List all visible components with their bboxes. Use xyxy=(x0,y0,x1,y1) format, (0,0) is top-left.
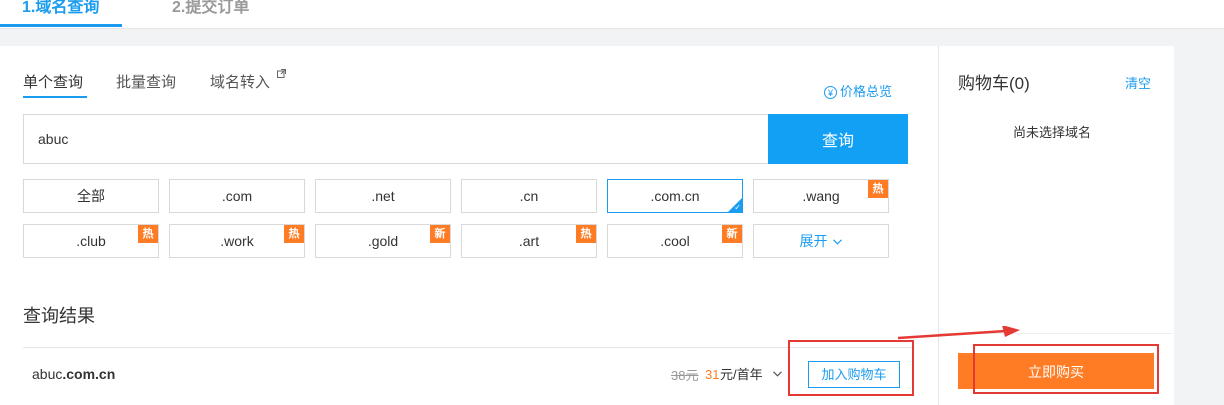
price-overview-label: 价格总览 xyxy=(840,84,893,99)
currency-yen-icon: ¥ xyxy=(824,85,837,99)
tld-com[interactable]: .com xyxy=(169,179,305,213)
tld-label: .com.cn xyxy=(650,188,700,204)
checkmark-icon: ✓ xyxy=(734,203,741,212)
hot-badge: 热 xyxy=(284,225,304,243)
results-title: 查询结果 xyxy=(23,306,95,326)
tld-cn[interactable]: .cn xyxy=(461,179,597,213)
tld-label: .wang xyxy=(802,188,840,204)
tld-net[interactable]: .net xyxy=(315,179,451,213)
search-button[interactable]: 查询 xyxy=(768,114,908,164)
annotation-highlight-box xyxy=(788,340,914,396)
tld-art[interactable]: .art 热 xyxy=(461,224,597,258)
new-badge: 新 xyxy=(722,225,742,243)
price-unit: 元/首年 xyxy=(720,367,763,382)
tld-club[interactable]: .club 热 xyxy=(23,224,159,258)
result-domain: abuc.com.cn xyxy=(32,365,115,383)
original-price: 38元 xyxy=(671,368,699,383)
hot-badge: 热 xyxy=(868,180,888,198)
tld-wang[interactable]: .wang 热 xyxy=(753,179,889,213)
cart-empty-message: 尚未选择域名 xyxy=(1013,125,1092,140)
price-overview-link[interactable]: ¥ 价格总览 xyxy=(824,84,892,100)
tab-single-query[interactable]: 单个查询 xyxy=(23,74,83,92)
tld-label: .art xyxy=(518,233,540,249)
annotation-arrow-icon xyxy=(898,326,1020,340)
active-tab-indicator xyxy=(23,96,87,98)
hot-badge: 热 xyxy=(576,225,596,243)
tab-batch-query[interactable]: 批量查询 xyxy=(116,74,176,92)
tld-label: .work xyxy=(220,233,254,249)
tld-label: .cool xyxy=(660,233,690,249)
active-step-indicator xyxy=(0,24,122,27)
tld-work[interactable]: .work 热 xyxy=(169,224,305,258)
domain-prefix: abuc xyxy=(32,366,63,382)
cart-title: 购物车(0) xyxy=(958,74,1030,93)
step-domain-query[interactable]: 1.域名查询 xyxy=(22,0,99,20)
step-submit-order[interactable]: 2.提交订单 xyxy=(172,0,249,20)
tld-label: .gold xyxy=(367,233,399,249)
new-badge: 新 xyxy=(430,225,450,243)
hot-badge: 热 xyxy=(138,225,158,243)
expand-label: 展开 xyxy=(799,233,828,249)
clear-cart-link[interactable]: 清空 xyxy=(1125,76,1151,92)
tld-label: .net xyxy=(371,188,395,204)
annotation-highlight-box xyxy=(973,344,1159,394)
expand-tlds-button[interactable]: 展开 xyxy=(753,224,889,258)
discount-price: 31 xyxy=(705,367,720,382)
tld-cool[interactable]: .cool 新 xyxy=(607,224,743,258)
chevron-down-icon[interactable] xyxy=(773,371,782,377)
tld-gold[interactable]: .gold 新 xyxy=(315,224,451,258)
tld-all[interactable]: 全部 xyxy=(23,179,159,213)
tab-domain-transfer[interactable]: 域名转入 xyxy=(210,74,270,92)
tld-label: .com xyxy=(221,188,253,204)
tld-com-cn[interactable]: .com.cn ✓ xyxy=(607,179,743,213)
tld-label: .club xyxy=(76,233,106,249)
domain-suffix: .com.cn xyxy=(62,366,116,382)
external-link-icon xyxy=(277,69,286,78)
domain-search-input[interactable] xyxy=(23,114,769,164)
tld-label: .cn xyxy=(519,188,539,204)
chevron-down-icon xyxy=(833,239,843,245)
tld-label: 全部 xyxy=(77,188,105,204)
